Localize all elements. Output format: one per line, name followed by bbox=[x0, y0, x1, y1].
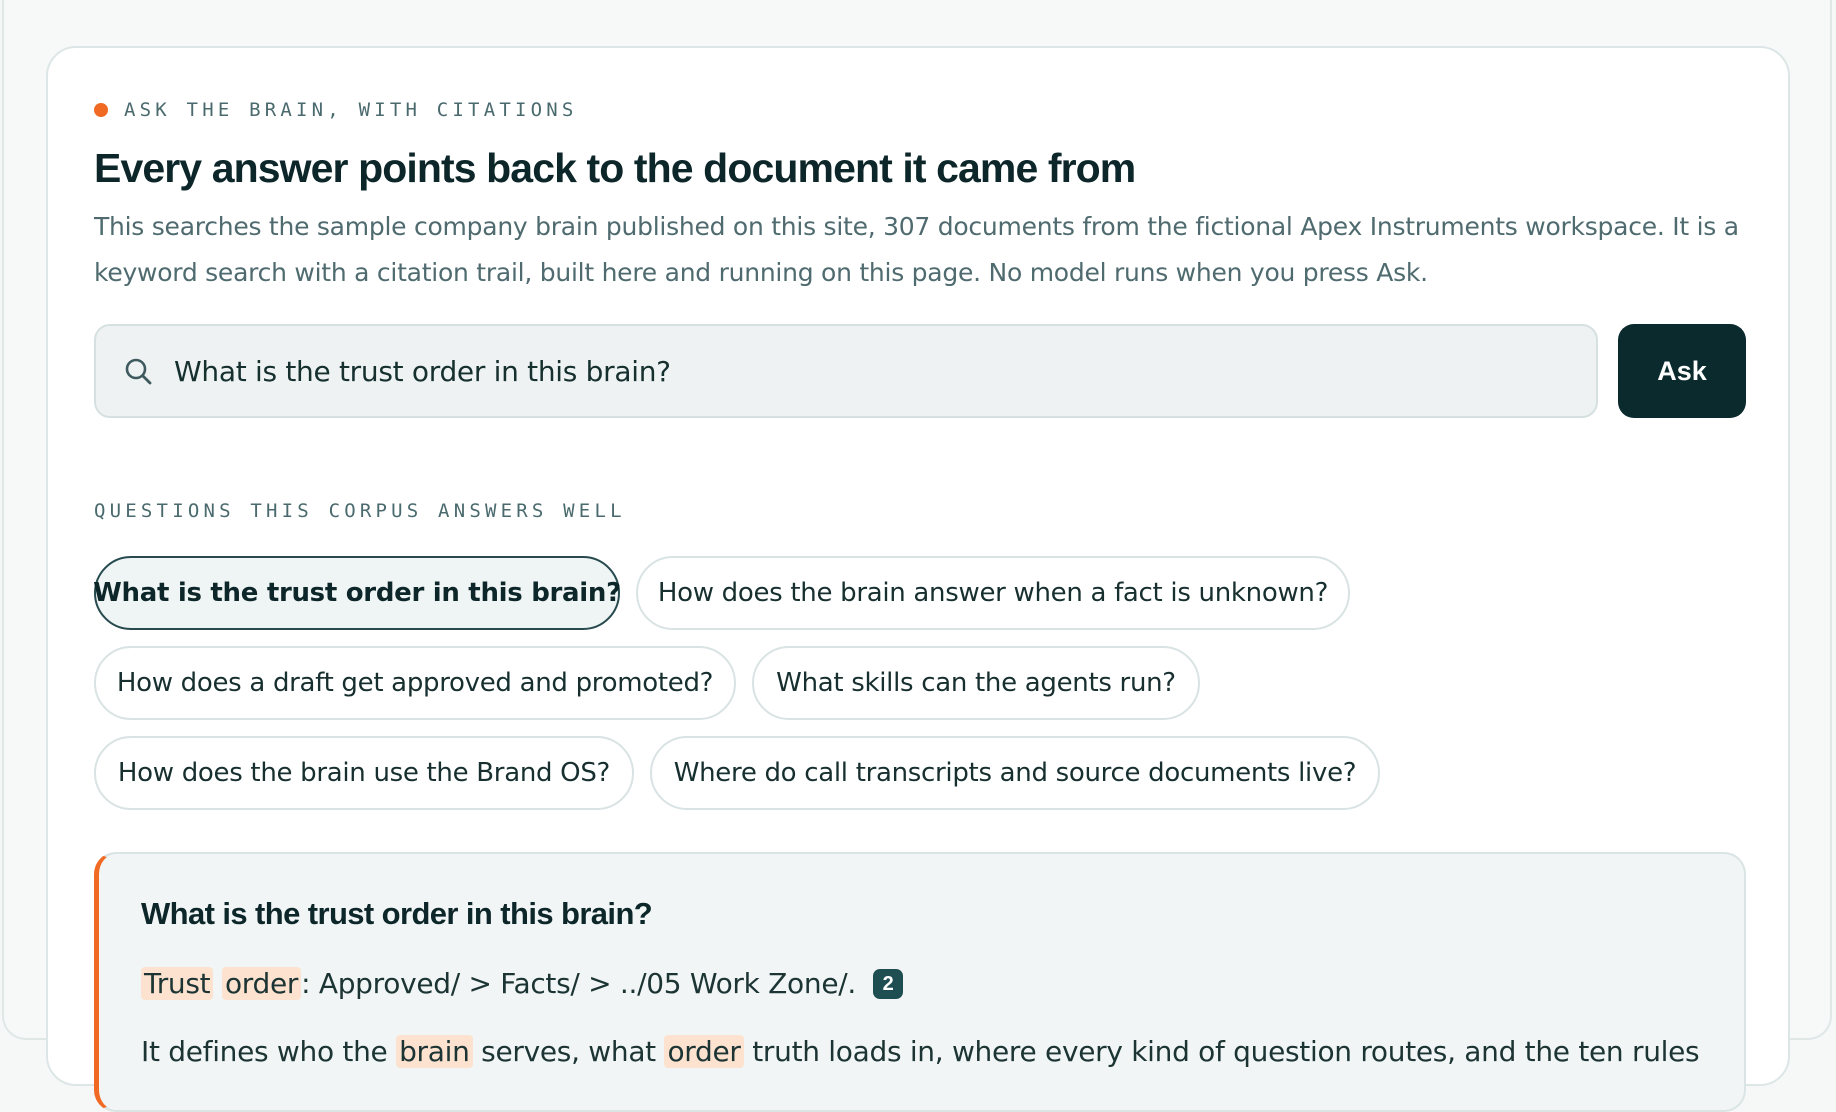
answer-text: : Approved/ > Facts/ > ../05 Work Zone/. bbox=[301, 967, 856, 1000]
ask-the-brain-card: ASK THE BRAIN, WITH CITATIONS Every answ… bbox=[46, 46, 1790, 1112]
intro-text: This searches the sample company brain p… bbox=[94, 212, 1739, 287]
suggestion-chip[interactable]: How does the brain use the Brand OS? bbox=[94, 736, 634, 810]
search-icon bbox=[125, 358, 152, 385]
keyword-highlight: Trust bbox=[141, 967, 214, 1000]
suggestion-chip-active[interactable]: What is the trust order in this brain? bbox=[93, 556, 621, 630]
citation-badge[interactable]: 2 bbox=[872, 969, 904, 999]
keyword-highlight: brain bbox=[396, 1035, 473, 1068]
suggestion-chip[interactable]: How does a draft get approved and promot… bbox=[94, 646, 736, 720]
suggestions-label: QUESTIONS THIS CORPUS ANSWERS WELL bbox=[94, 500, 626, 522]
search-input[interactable] bbox=[174, 354, 1596, 388]
answer-body: It defines who the brain serves, what or… bbox=[141, 1032, 1700, 1072]
eyebrow-text: ASK THE BRAIN, WITH CITATIONS bbox=[124, 99, 578, 121]
answer-text: It defines who the bbox=[141, 1035, 397, 1068]
answer-summary: Trust order: Approved/ > Facts/ > ../05 … bbox=[141, 964, 904, 1004]
suggestion-chip[interactable]: What skills can the agents run? bbox=[752, 646, 1200, 720]
ask-button[interactable]: Ask bbox=[1618, 324, 1746, 418]
answer-panel: What is the trust order in this brain? T… bbox=[94, 852, 1746, 1112]
answer-text: truth loads in, where every kind of ques… bbox=[743, 1035, 1700, 1068]
eyebrow: ASK THE BRAIN, WITH CITATIONS bbox=[94, 98, 578, 122]
page-title: Every answer points back to the document… bbox=[94, 145, 1136, 191]
suggestion-chip[interactable]: Where do call transcripts and source doc… bbox=[650, 736, 1380, 810]
suggestion-chip[interactable]: How does the brain answer when a fact is… bbox=[636, 556, 1350, 630]
status-dot-icon bbox=[94, 103, 108, 117]
keyword-highlight: order bbox=[664, 1035, 744, 1068]
keyword-highlight: order bbox=[221, 967, 302, 1000]
search-box[interactable] bbox=[94, 324, 1598, 418]
answer-question: What is the trust order in this brain? bbox=[141, 896, 653, 931]
answer-text: serves, what bbox=[472, 1035, 665, 1068]
